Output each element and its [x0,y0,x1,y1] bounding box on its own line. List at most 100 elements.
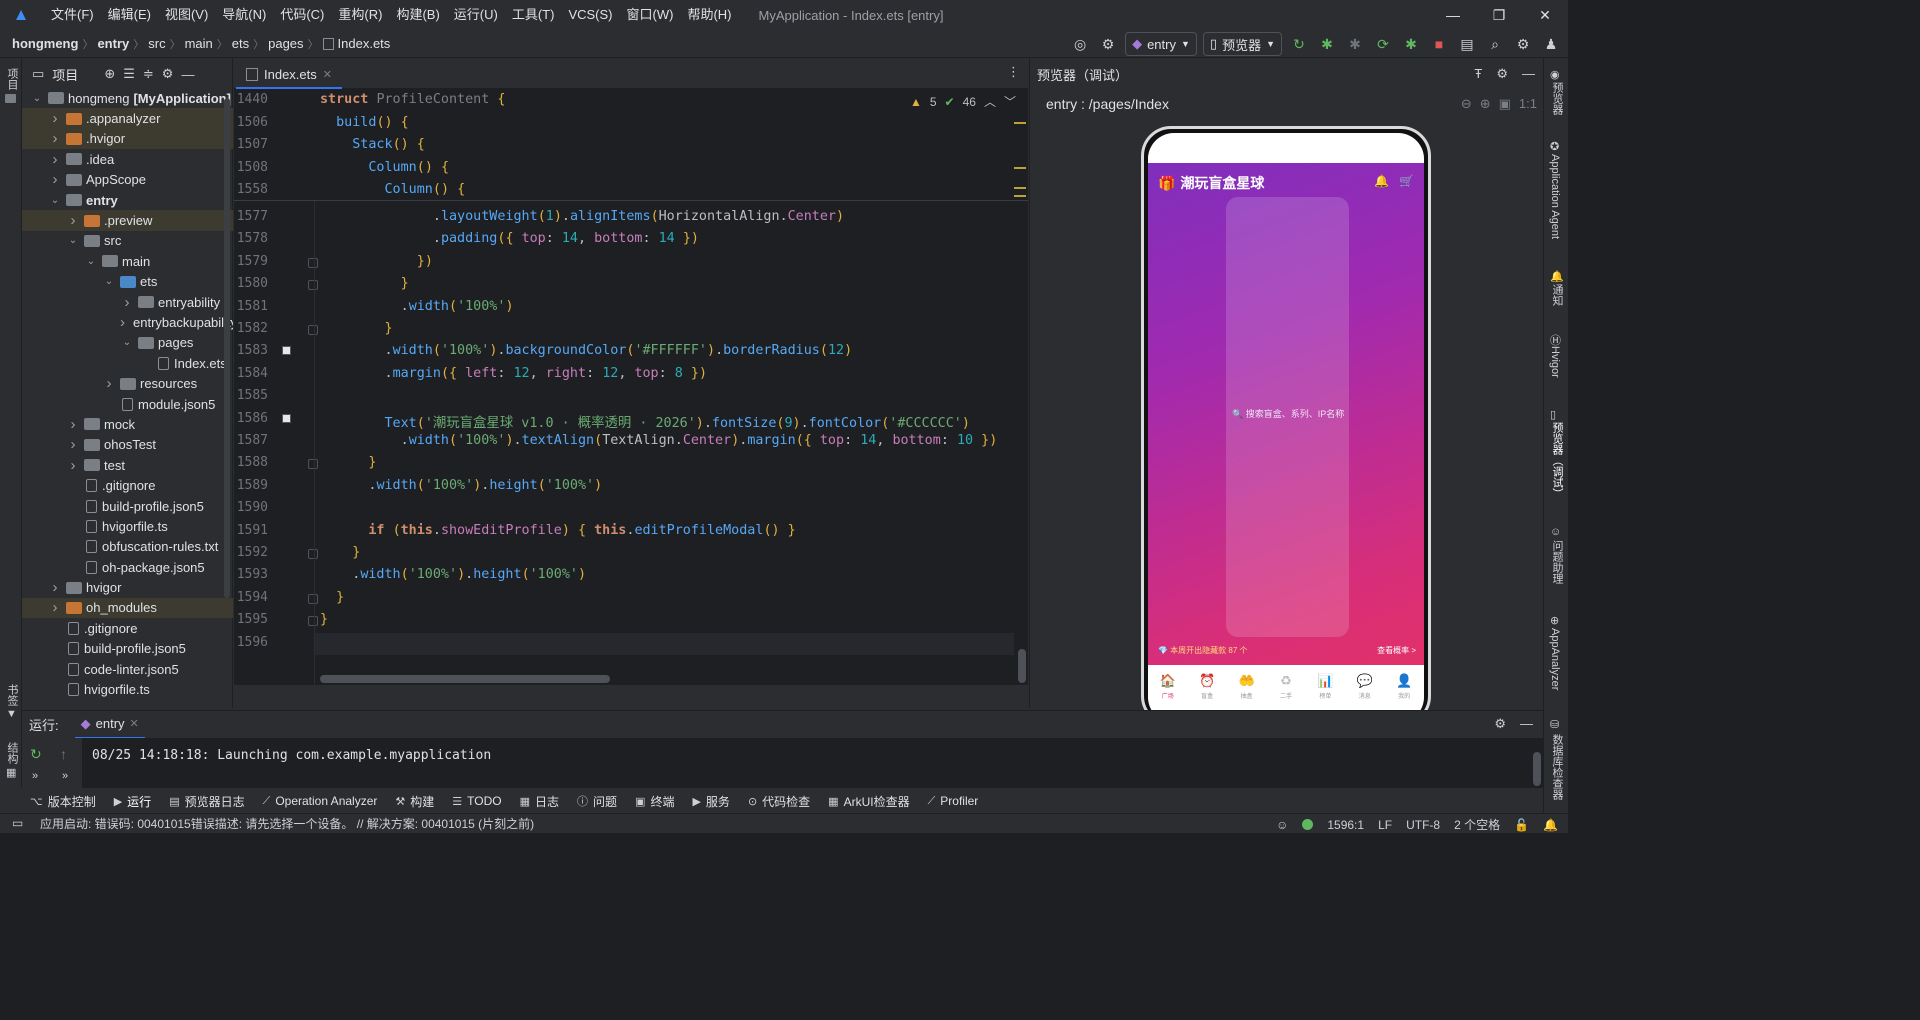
breadcrumb-item[interactable]: pages [268,36,303,51]
tool-window-button[interactable]: ▦ 日志 [520,793,559,810]
tree-item[interactable]: › resources [22,373,233,393]
minimize-icon[interactable]: — [1430,0,1476,30]
tree-item[interactable]: › .idea [22,149,233,169]
menu-item-5[interactable]: 重构(R) [331,0,389,30]
tree-item[interactable]: › oh_modules [22,597,233,619]
tree-item[interactable]: module.json5 [22,394,233,414]
chevron-right-icon[interactable]: › [48,599,62,616]
line-separator[interactable]: LF [1378,818,1392,832]
chevron-right-icon[interactable]: › [66,212,80,229]
zoom-out-icon[interactable]: ⊖ [1461,96,1472,112]
fit-screen-icon[interactable]: ▣ [1499,96,1511,112]
menu-item-1[interactable]: 编辑(E) [101,0,158,30]
tool-window-button[interactable]: ⌥ 版本控制 [30,793,96,810]
panel-toggle-icon[interactable]: ▭ [12,816,23,830]
chevron-right-icon[interactable]: › [66,436,80,453]
project-panel-title[interactable]: 项目 [52,65,78,84]
menu-item-2[interactable]: 视图(V) [158,0,215,30]
user-icon[interactable]: ♟ [1540,33,1562,55]
settings-icon[interactable]: ⚙ [1512,33,1534,55]
profile-icon[interactable]: ✱ [1400,33,1422,55]
tree-item[interactable]: .gitignore [22,475,233,495]
tree-item[interactable]: ⌄ ets [22,272,233,292]
fold-marker-icon[interactable] [308,593,318,604]
status-ok-icon[interactable] [1302,819,1314,830]
tree-item[interactable]: .gitignore [22,618,233,638]
menu-item-10[interactable]: 窗口(W) [620,0,681,30]
menu-item-7[interactable]: 运行(U) [447,0,505,30]
stop-icon[interactable]: ■ [1428,33,1450,55]
close-tab-icon[interactable]: ✕ [323,68,332,81]
fold-marker-icon[interactable] [308,280,318,291]
console-scrollbar[interactable] [1533,752,1541,786]
editor-vertical-scrollbar[interactable] [1018,649,1026,683]
code-line[interactable]: if (this.showEditProfile) { this.editPro… [320,523,795,538]
code-line[interactable]: .width('100%').textAlign(TextAlign.Cente… [320,433,998,448]
run-tab-entry[interactable]: ◆ entry ✕ [74,711,145,739]
tool-window-button[interactable]: ▤ 预览器日志 [169,793,244,810]
chevron-down-icon[interactable]: ⌄ [30,93,44,104]
code-line[interactable]: } [320,590,344,605]
fold-marker-icon[interactable] [308,459,318,470]
run-console[interactable]: ↻ ↑ » » 08/25 14:18:18: Launching com.ex… [22,738,1543,788]
menu-item-9[interactable]: VCS(S) [561,0,619,30]
tree-item[interactable]: › .hvigor [22,128,233,150]
gear-icon[interactable]: ⚙ [1494,716,1506,732]
tool-window-button[interactable]: ⓘ 问题 [577,793,617,810]
target-icon[interactable]: ◎ [1069,33,1091,55]
tool-window-button[interactable]: ▣ 终端 [635,793,674,810]
tree-item[interactable]: hvigorfile.ts [22,516,233,536]
chevron-right-icon[interactable]: › [48,130,62,147]
actual-size-icon[interactable]: 1:1 [1519,96,1537,112]
breadcrumb-item[interactable]: hongmeng [12,36,78,51]
sticky-code-line[interactable]: Column() { [320,160,449,175]
tool-appanalyzer[interactable]: AppAnalyzer [1549,628,1561,690]
tool-window-button[interactable]: ⟋ Profiler [928,794,979,808]
code-line[interactable]: .width('100%') [320,299,514,314]
chevron-right-icon[interactable]: › [48,110,62,127]
bell-icon[interactable]: 🔔 [1374,174,1389,188]
plugin-icon[interactable]: ⚙ [1097,33,1119,55]
project-structure-icon[interactable]: ▤ [1456,33,1478,55]
code-line[interactable]: } [320,276,409,291]
chevron-down-icon[interactable]: ⌄ [66,235,80,246]
warning-stripe[interactable] [1014,122,1026,124]
tree-item[interactable]: › hvigor [22,577,233,597]
tree-item[interactable]: ⌄ main [22,251,233,271]
cart-icon[interactable]: 🛒 [1399,174,1414,188]
code-line[interactable]: } [320,612,328,627]
code-line[interactable]: .layoutWeight(1).alignItems(HorizontalAl… [320,209,844,224]
breadcrumb-item[interactable]: entry [97,36,129,51]
sticky-code-line[interactable]: build() { [320,115,409,130]
inspection-widget[interactable]: ▲ 5 ✔ 46 ︿ ﹀ [910,93,1016,110]
hide-icon[interactable]: — [1522,66,1535,82]
menu-item-6[interactable]: 构建(B) [389,0,446,30]
chevron-down-icon[interactable]: ﹀ [1004,93,1016,110]
breadcrumb-item[interactable]: Index.ets [338,36,391,51]
tree-item[interactable]: obfuscation-rules.txt [22,537,233,557]
menu-item-0[interactable]: 文件(F) [44,0,101,30]
gear-icon[interactable]: ⚙ [162,66,174,82]
locate-icon[interactable]: ⊕ [104,66,115,82]
rerun-icon[interactable]: ↻ [1288,33,1310,55]
more-icon[interactable]: » [62,770,68,782]
tool-bookmarks[interactable]: 书签 [4,684,20,706]
tool-window-button[interactable]: ☰ TODO [452,794,501,808]
tree-scrollbar[interactable] [224,98,230,598]
hide-icon[interactable]: — [1520,716,1533,732]
warning-stripe[interactable] [1014,195,1026,197]
tool-application-agent[interactable]: Application Agent [1549,154,1561,239]
probability-link[interactable]: 查看概率 > [1377,645,1416,656]
code-line[interactable]: Text('潮玩盲盒星球 v1.0 · 概率透明 · 2026').fontSi… [320,411,970,431]
tool-problem-assistant[interactable]: 问题助理 [1549,540,1565,584]
expand-all-icon[interactable]: ☰ [123,66,135,82]
close-tab-icon[interactable]: ✕ [130,717,139,730]
tool-hvigor[interactable]: Hvigor [1549,346,1561,378]
code-line[interactable]: .width('100%').backgroundColor('#FFFFFF'… [320,343,852,358]
warning-stripe[interactable] [1014,187,1026,189]
code-line[interactable]: } [320,321,393,336]
search-icon[interactable]: ⌕ [1484,33,1506,55]
tool-structure[interactable]: 结构 [4,742,20,764]
tree-item[interactable]: code-linter.json5 [22,659,233,679]
notifications-icon[interactable]: 🔔 [1543,818,1558,832]
